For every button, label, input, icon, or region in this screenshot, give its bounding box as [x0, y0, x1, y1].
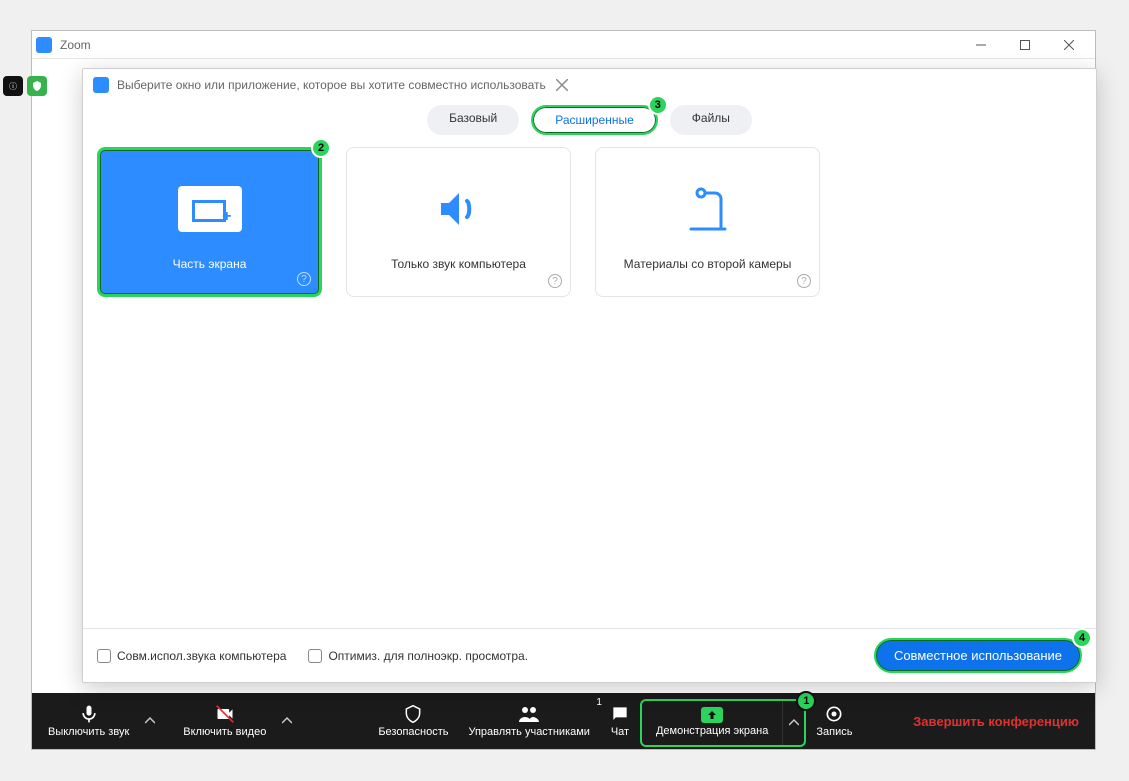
checkbox-share-audio-label: Совм.испол.звука компьютера [117, 649, 286, 663]
titlebar: Zoom [32, 31, 1095, 59]
microphone-icon [79, 704, 99, 724]
checkbox-optimize-video[interactable]: Оптимиз. для полноэкр. просмотра. [308, 649, 528, 663]
close-button[interactable] [1047, 31, 1091, 59]
checkbox-optimize-label: Оптимиз. для полноэкр. просмотра. [328, 649, 528, 663]
close-icon [556, 79, 568, 91]
tab-advanced-label: Расширенные [555, 113, 634, 127]
tab-advanced[interactable]: Расширенные 3 [531, 105, 658, 135]
security-label: Безопасность [378, 726, 448, 738]
chevron-up-icon [789, 718, 799, 728]
checkbox-icon [97, 649, 111, 663]
record-label: Запись [816, 726, 852, 738]
chat-button[interactable]: Чат [600, 693, 640, 749]
tab-files[interactable]: Файлы [670, 105, 752, 135]
help-icon[interactable]: ? [297, 272, 311, 286]
dialog-footer: Совм.испол.звука компьютера Оптимиз. для… [83, 628, 1096, 682]
left-mini-icons: ⓘ [3, 76, 47, 96]
participants-button[interactable]: 1 Управлять участниками [458, 693, 599, 749]
encryption-shield-icon[interactable] [27, 76, 47, 96]
shield-icon [403, 704, 423, 724]
document-camera-icon [681, 173, 735, 245]
checkbox-icon [308, 649, 322, 663]
meeting-toolbar: Выключить звук Включить видео Безопаснос… [32, 693, 1095, 749]
mute-button[interactable]: Выключить звук [38, 693, 139, 749]
window-title: Zoom [60, 38, 91, 52]
checkbox-share-audio[interactable]: Совм.испол.звука компьютера [97, 649, 286, 663]
card-camera-label: Материалы со второй камеры [612, 257, 804, 271]
share-options: + Часть экрана ? 2 Только звук компьютер… [83, 147, 1096, 297]
speaker-icon [435, 173, 483, 245]
video-label: Включить видео [183, 726, 266, 738]
portion-of-screen-icon: + [178, 173, 242, 245]
share-button[interactable]: Совместное использование 4 [874, 638, 1082, 673]
zoom-app-icon [93, 77, 109, 93]
annotation-badge-3: 3 [648, 95, 668, 115]
help-icon[interactable]: ? [548, 274, 562, 288]
chat-label: Чат [611, 726, 629, 738]
chevron-up-icon [145, 716, 155, 726]
share-button-label: Совместное использование [894, 648, 1062, 663]
dialog-title: Выберите окно или приложение, которое вы… [117, 78, 546, 92]
dialog-close-button[interactable] [546, 69, 578, 101]
card-second-camera[interactable]: Материалы со второй камеры ? [595, 147, 820, 297]
maximize-button[interactable] [1003, 31, 1047, 59]
video-off-icon [214, 704, 236, 724]
tabs: Базовый Расширенные 3 Файлы [83, 105, 1096, 135]
dialog-titlebar: Выберите окно или приложение, которое вы… [83, 69, 1096, 101]
record-button[interactable]: Запись [806, 693, 862, 749]
security-button[interactable]: Безопасность [368, 693, 458, 749]
share-screen-highlight: Демонстрация экрана 1 [640, 699, 806, 747]
mute-label: Выключить звук [48, 726, 129, 738]
card-portion-of-screen[interactable]: + Часть экрана ? 2 [97, 147, 322, 297]
share-dialog: Выберите окно или приложение, которое вы… [82, 68, 1097, 683]
share-label: Демонстрация экрана [656, 725, 768, 737]
chat-icon [610, 704, 630, 724]
share-screen-icon [701, 707, 723, 723]
record-icon [824, 704, 844, 724]
tab-basic[interactable]: Базовый [427, 105, 519, 135]
mute-chevron[interactable] [139, 693, 161, 749]
share-screen-button[interactable]: Демонстрация экрана [642, 701, 782, 745]
card-computer-audio[interactable]: Только звук компьютера ? [346, 147, 571, 297]
help-icon[interactable]: ? [797, 274, 811, 288]
annotation-badge-4: 4 [1072, 628, 1092, 648]
minimize-button[interactable] [959, 31, 1003, 59]
info-icon[interactable]: ⓘ [3, 76, 23, 96]
card-portion-label: Часть экрана [161, 257, 259, 271]
end-meeting-button[interactable]: Завершить конференцию [913, 714, 1079, 729]
annotation-badge-2: 2 [311, 138, 331, 158]
video-button[interactable]: Включить видео [173, 693, 276, 749]
chevron-up-icon [282, 716, 292, 726]
participants-label: Управлять участниками [468, 726, 589, 738]
people-icon [517, 704, 541, 724]
card-audio-label: Только звук компьютера [379, 257, 538, 271]
zoom-app-icon [36, 37, 52, 53]
video-chevron[interactable] [276, 693, 298, 749]
